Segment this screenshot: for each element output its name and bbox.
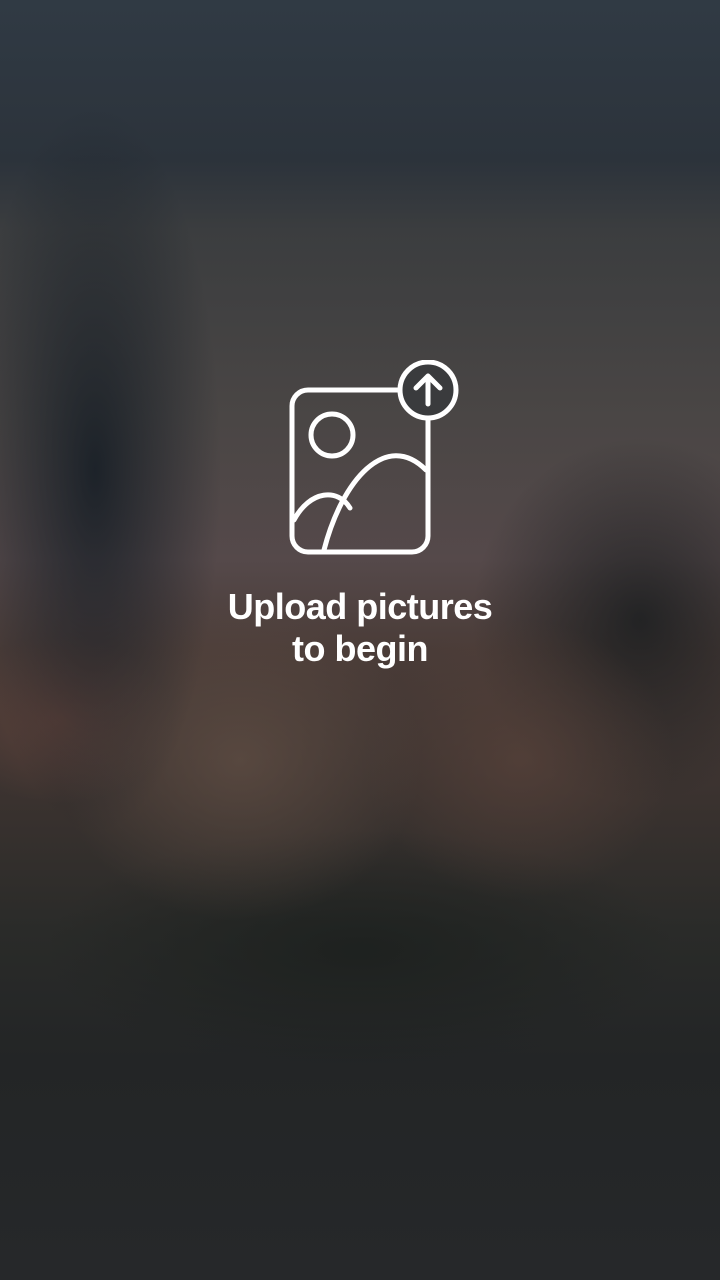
upload-prompt-line-2: to begin — [292, 628, 428, 669]
image-upload-icon[interactable] — [286, 360, 462, 560]
empty-state[interactable]: Upload pictures to begin — [0, 0, 720, 1280]
upload-prompt-line-1: Upload pictures — [227, 586, 493, 627]
upload-prompt-text: Upload pictures to begin — [0, 586, 720, 670]
upload-screen: Upload pictures to begin — [0, 0, 720, 1280]
